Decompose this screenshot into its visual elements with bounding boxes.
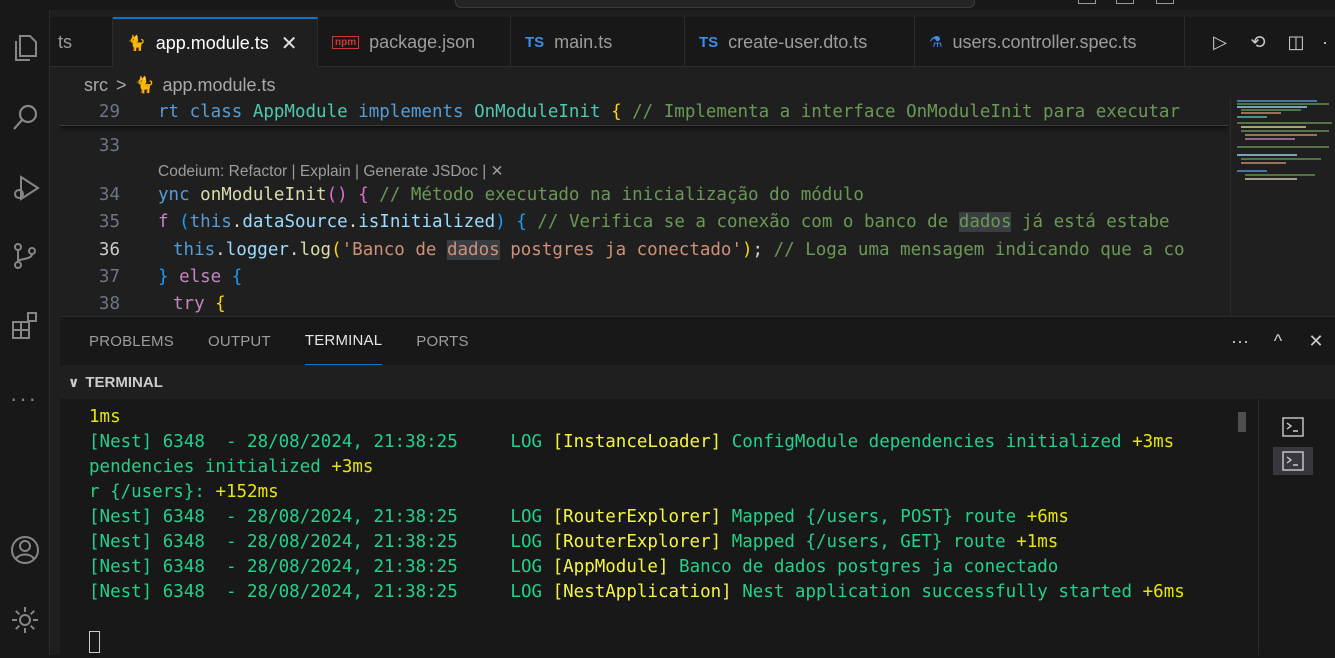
- activity-bar: ···: [0, 10, 50, 658]
- terminal-shell-icon[interactable]: [1273, 447, 1313, 475]
- run-icon[interactable]: ▷: [1201, 32, 1239, 53]
- tab-label: package.json: [369, 31, 476, 52]
- account-icon[interactable]: [7, 532, 43, 568]
- sticky-scroll-line[interactable]: 29 rt class AppModule implements OnModul…: [60, 99, 1228, 126]
- run-debug-icon[interactable]: [7, 170, 43, 206]
- editor-actions: ▷ ⟲ ◫ ·: [1201, 17, 1335, 67]
- tab-users-controller-spec[interactable]: ⚗ users.controller.spec.ts: [915, 17, 1185, 67]
- tab-problems[interactable]: PROBLEMS: [89, 317, 174, 365]
- tab-ports[interactable]: PORTS: [416, 317, 468, 365]
- tab-label: app.module.ts: [155, 32, 269, 53]
- tab-output[interactable]: OUTPUT: [208, 317, 271, 365]
- terminal-line: [Nest] 6348 - 28/08/2024, 21:38:25 LOG […: [89, 557, 1059, 577]
- bottom-panel: PROBLEMS OUTPUT TERMINAL PORTS ··· ^ ✕ ∨…: [60, 316, 1335, 658]
- breadcrumb: src > 🐈 app.module.ts: [84, 72, 276, 98]
- title-bar: [0, 0, 1335, 10]
- close-icon[interactable]: ✕: [281, 31, 298, 56]
- search-icon[interactable]: [7, 100, 43, 136]
- line-number: 33: [98, 135, 120, 156]
- code-line: } else {: [158, 266, 243, 287]
- terminal-section-header[interactable]: ∨ TERMINAL: [60, 365, 1335, 399]
- terminal-output[interactable]: 1ms [Nest] 6348 - 28/08/2024, 21:38:25 L…: [60, 399, 1240, 658]
- code-line: try {: [173, 293, 226, 314]
- nest-icon: 🐈: [134, 77, 155, 94]
- panel-tabs: PROBLEMS OUTPUT TERMINAL PORTS: [60, 317, 474, 365]
- nest-icon: 🐈: [127, 35, 146, 52]
- editor-tabs: ts 🐈 app.module.ts ✕ npm package.json TS…: [50, 17, 1335, 67]
- minimap[interactable]: [1230, 98, 1335, 316]
- timeline-icon[interactable]: ⟲: [1239, 32, 1277, 53]
- code-editor[interactable]: 29 rt class AppModule implements OnModul…: [60, 98, 1228, 316]
- codeium-codelens[interactable]: Codeium: Refactor | Explain | Generate J…: [158, 162, 504, 181]
- flask-icon: ⚗: [929, 34, 943, 51]
- tab-create-user-dto[interactable]: TS create-user.dto.ts: [685, 17, 915, 67]
- panel-actions: ··· ^ ✕: [1221, 317, 1335, 365]
- code-line: ync onModuleInit() { // Método executado…: [158, 184, 864, 205]
- code-line: f (this.dataSource.isInitialized) { // V…: [158, 211, 1170, 232]
- editor-line[interactable]: 38 try {: [60, 290, 1228, 316]
- line-number: 34: [98, 184, 120, 205]
- editor-line[interactable]: 35 f (this.dataSource.isInitialized) { /…: [60, 208, 1228, 235]
- breadcrumb-file[interactable]: app.module.ts: [162, 75, 275, 96]
- settings-gear-icon[interactable]: [7, 602, 43, 638]
- tab-label: ts: [58, 31, 73, 52]
- editor-line[interactable]: 37 } else {: [60, 263, 1228, 290]
- editor-line-current[interactable]: 36 this.logger.log('Banco de dados postg…: [60, 236, 1228, 263]
- terminal-line: [Nest] 6348 - 28/08/2024, 21:38:25 LOG […: [89, 532, 1059, 552]
- code-line: rt class AppModule implements OnModuleIn…: [158, 102, 1181, 122]
- panel-toggle-icon[interactable]: [1116, 0, 1134, 4]
- terminal-shell-icon[interactable]: [1273, 413, 1313, 441]
- terminal-section-title: TERMINAL: [85, 373, 163, 391]
- terminal-line: r {/users}: +152ms: [89, 482, 279, 502]
- terminal-line: pendencies initialized +3ms: [89, 457, 374, 477]
- editor-line[interactable]: 33: [60, 132, 1228, 159]
- tab-label: main.ts: [554, 31, 613, 52]
- maximize-panel-icon[interactable]: ^: [1259, 331, 1297, 352]
- typescript-icon: TS: [525, 33, 545, 51]
- line-number: 37: [98, 266, 120, 287]
- terminal-cursor: [89, 631, 100, 653]
- tab-app-module[interactable]: 🐈 app.module.ts ✕: [113, 17, 318, 67]
- terminal-line: 1ms: [89, 407, 121, 427]
- line-number: 35: [98, 211, 120, 232]
- tab-main-ts[interactable]: TS main.ts: [511, 17, 685, 67]
- terminal-line: [Nest] 6348 - 28/08/2024, 21:38:25 LOG […: [89, 432, 1175, 452]
- more-actions-icon[interactable]: ···: [1221, 331, 1259, 352]
- more-icon[interactable]: ···: [10, 386, 38, 412]
- tab-label: create-user.dto.ts: [728, 31, 868, 52]
- chevron-down-icon: ∨: [68, 373, 80, 390]
- line-number: 36: [98, 239, 120, 260]
- command-center[interactable]: [455, 0, 975, 8]
- breadcrumb-separator: >: [116, 74, 127, 95]
- layout-toggle-icon[interactable]: [1078, 0, 1096, 4]
- terminal-list: [1258, 399, 1335, 658]
- tab-terminal[interactable]: TERMINAL: [304, 317, 383, 365]
- close-panel-icon[interactable]: ✕: [1297, 331, 1335, 352]
- editor-line[interactable]: 34 ync onModuleInit() { // Método execut…: [60, 181, 1228, 208]
- extensions-icon[interactable]: [7, 308, 43, 344]
- code-line: this.logger.log('Banco de dados postgres…: [173, 239, 1185, 260]
- tab-label: users.controller.spec.ts: [952, 31, 1137, 52]
- scrollbar-thumb[interactable]: [1238, 412, 1246, 432]
- terminal-scrollbar[interactable]: [1238, 406, 1246, 636]
- breadcrumb-folder[interactable]: src: [84, 75, 108, 96]
- terminal-line: [Nest] 6348 - 28/08/2024, 21:38:25 LOG […: [89, 582, 1185, 602]
- tab-partial-ts[interactable]: ts: [50, 17, 113, 67]
- source-control-icon[interactable]: [7, 238, 43, 274]
- explorer-icon[interactable]: [7, 30, 43, 66]
- more-actions-icon[interactable]: ·: [1315, 32, 1335, 53]
- sidebar-toggle-icon[interactable]: [1156, 0, 1174, 4]
- line-number: 38: [98, 293, 120, 314]
- tab-package-json[interactable]: npm package.json: [318, 17, 511, 67]
- typescript-icon: TS: [699, 33, 719, 51]
- terminal-line: [Nest] 6348 - 28/08/2024, 21:38:25 LOG […: [89, 507, 1069, 527]
- npm-icon: npm: [332, 35, 360, 49]
- line-number: 29: [98, 102, 120, 122]
- split-editor-icon[interactable]: ◫: [1277, 32, 1315, 53]
